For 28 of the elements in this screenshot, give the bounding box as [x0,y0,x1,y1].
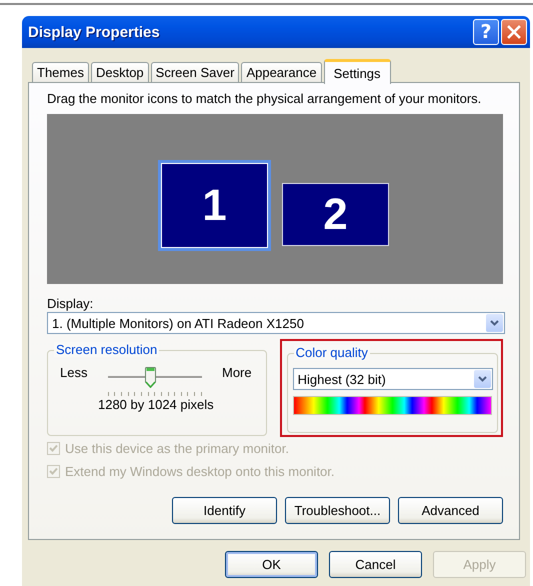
tab[interactable]: Themes [32,62,89,82]
display-dropdown[interactable]: 1. (Multiple Monitors) on ATI Radeon X1250 [47,312,505,334]
panel-button[interactable]: Troubleshoot... [285,497,390,524]
display-label: Display: [47,296,94,311]
tab[interactable]: Screen Saver [150,62,240,82]
color-quality-dropdown[interactable]: Highest (32 bit) [292,368,493,390]
panel-button[interactable]: Advanced [398,497,503,524]
instruction-text: Drag the monitor icons to match the physical arrangement of your monitors. [47,91,482,106]
less-label: Less [60,365,88,382]
checkbox-label: Use this device as the primary monitor. [65,441,289,456]
dialog-button[interactable]: OK [225,551,318,578]
monitor-icon[interactable]: 2 [282,183,389,246]
close-button[interactable] [501,19,527,45]
tab[interactable]: Desktop [90,62,149,82]
help-button[interactable]: ? [473,19,499,45]
monitor-icon[interactable]: 1 [158,160,271,251]
dialog-button[interactable]: Cancel [329,551,422,578]
window-title: Display Properties [28,24,161,40]
slider-thumb[interactable] [144,367,156,388]
more-label: More [222,365,252,382]
group-title: Screen resolution [54,342,160,357]
close-icon [507,25,521,39]
resolution-value: 1280 by 1024 pixels [96,397,215,412]
panel-button[interactable]: Identify [172,497,277,524]
checkbox-label: Extend my Windows desktop onto this monitor. [65,464,335,479]
tab[interactable]: Appearance [241,62,322,82]
tab[interactable]: Settings [324,59,391,84]
group-title: Color quality [294,345,370,360]
